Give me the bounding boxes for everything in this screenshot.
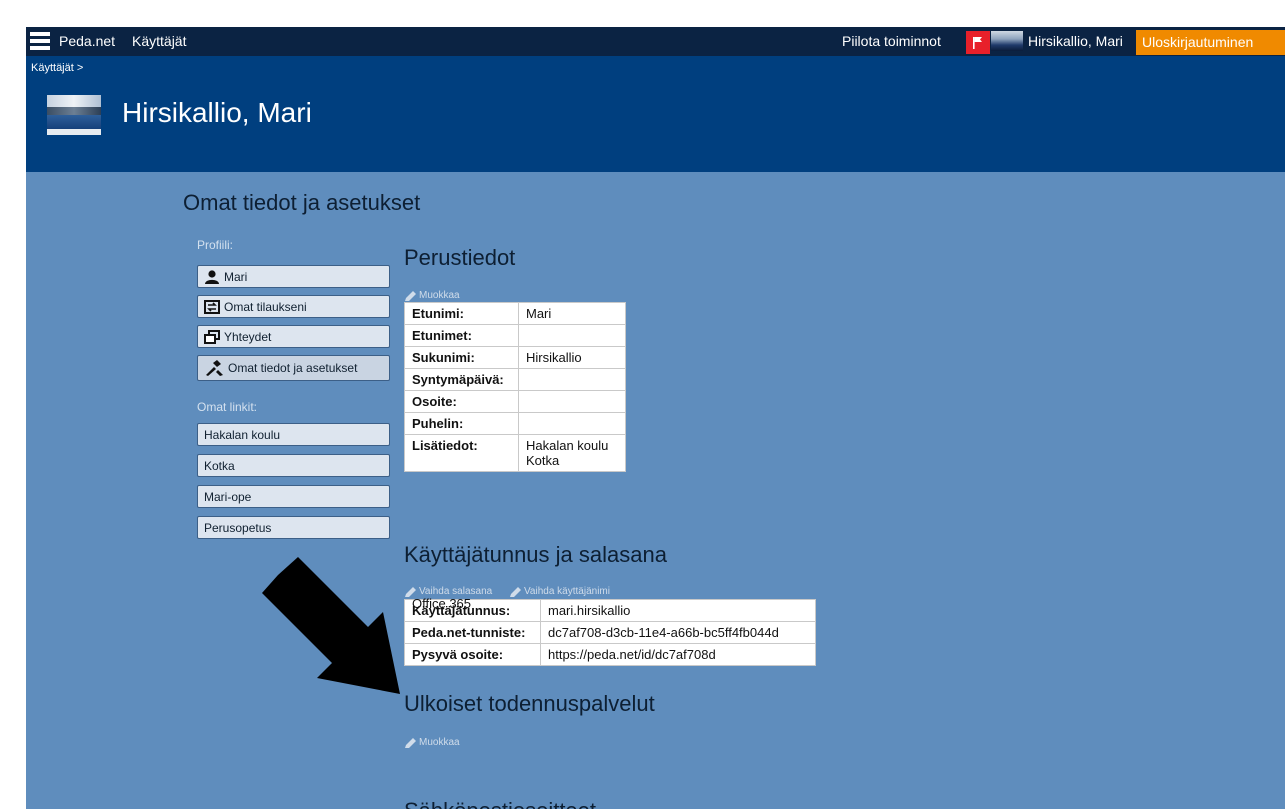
sidebar-item-label: Omat tiedot ja asetukset [228,361,358,375]
flag-button[interactable] [966,31,990,54]
pencil-icon [405,290,416,301]
pencil-icon [405,737,416,748]
user-avatar[interactable] [991,31,1023,51]
field-value [518,324,626,347]
arrow-annotation-icon [262,557,400,694]
emails-heading: Sähköpostiosoitteet [404,798,596,809]
connections-icon [204,329,220,344]
table-row: Puhelin: [404,412,626,435]
field-value: mari.hirsikallio [540,599,816,622]
table-row: Etunimet: [404,324,626,347]
table-row: Peda.net-tunniste: dc7af708-d3cb-11e4-a66… [404,621,816,644]
edit-label: Muokkaa [419,737,460,748]
sidebar-item-label: Mari [224,269,248,284]
field-value [518,412,626,435]
page-title: Hirsikallio, Mari [122,97,312,128]
profile-label: Profiili: [197,238,234,252]
field-value [518,390,626,413]
basic-info-heading: Perustiedot [404,245,516,270]
profile-avatar [47,95,101,135]
app-window: Peda.net Käyttäjät Piilota toiminnot Hir… [26,27,1285,809]
field-label: Peda.net-tunniste: [404,621,541,644]
change-username-link[interactable]: Vaihda käyttäjänimi [510,586,610,597]
field-value [518,368,626,391]
pencil-icon [510,586,521,597]
field-value-line: Hakalan koulu [526,438,609,453]
table-row: Pysyvä osoite: https://peda.net/id/dc7af7… [404,643,816,666]
sidebar-item-label: Yhteydet [224,329,272,344]
field-value: Hakalan koulu Kotka [518,434,626,472]
edit-basic-info-link[interactable]: Muokkaa [405,290,460,301]
subscriptions-icon [204,299,220,314]
field-label: Lisätiedot: [404,434,519,472]
flag-icon [973,37,982,49]
field-value-line: Kotka [526,453,560,468]
links-label: Omat linkit: [197,400,258,414]
table-row: Etunimi: Mari [404,302,626,325]
breadcrumb[interactable]: Käyttäjät > [31,62,83,74]
external-auth-heading: Ulkoiset todennuspalvelut [404,691,655,716]
link-perusopetus[interactable]: Perusopetus [197,516,390,539]
field-label: Puhelin: [404,412,519,435]
link-kotka[interactable]: Kotka [197,454,390,477]
main-content: Omat tiedot ja asetukset Profiili: Mari … [26,172,1285,809]
logout-button[interactable]: Uloskirjautuminen [1136,30,1285,55]
top-bar: Peda.net Käyttäjät Piilota toiminnot Hir… [26,27,1285,56]
field-label: Etunimet: [404,324,519,347]
field-value: https://peda.net/id/dc7af708d [540,643,816,666]
table-row: Lisätiedot: Hakalan koulu Kotka [404,434,626,472]
hamburger-menu-icon[interactable] [30,32,50,50]
field-label: Sukunimi: [404,346,519,369]
field-label: Etunimi: [404,302,519,325]
sidebar-item-connections[interactable]: Yhteydet [197,325,390,348]
site-home-link[interactable]: Peda.net [59,33,115,49]
settings-heading: Omat tiedot ja asetukset [183,190,421,215]
sidebar-item-settings[interactable]: Omat tiedot ja asetukset [197,355,390,381]
link-hakalan-koulu[interactable]: Hakalan koulu [197,423,390,446]
field-value: dc7af708-d3cb-11e4-a66b-bc5ff4fb044d [540,621,816,644]
edit-external-auth-link[interactable]: Muokkaa [405,737,460,748]
sidebar-item-subscriptions[interactable]: Omat tilaukseni [197,295,390,318]
field-label: Pysyvä osoite: [404,643,541,666]
link-mari-ope[interactable]: Mari-ope [197,485,390,508]
table-row: Sukunimi: Hirsikallio [404,346,626,369]
hide-functions-link[interactable]: Piilota toiminnot [842,33,941,49]
field-value: Hirsikallio [518,346,626,369]
table-row: Syntymäpäivä: [404,368,626,391]
sidebar-item-profile[interactable]: Mari [197,265,390,288]
field-label: Syntymäpäivä: [404,368,519,391]
field-label: Osoite: [404,390,519,413]
user-name-link[interactable]: Hirsikallio, Mari [1028,33,1123,49]
basic-info-table: Etunimi: Mari Etunimet: Sukunimi: Hirsikal… [404,302,626,472]
change-username-label: Vaihda käyttäjänimi [524,586,610,597]
external-service-office365: Office 365 [412,596,472,611]
table-row: Osoite: [404,390,626,413]
edit-label: Muokkaa [419,290,460,301]
sidebar-item-label: Omat tilaukseni [224,299,307,314]
settings-icon [206,360,223,376]
field-value: Mari [518,302,626,325]
user-icon [205,269,219,284]
users-link[interactable]: Käyttäjät [132,33,186,49]
account-heading: Käyttäjätunnus ja salasana [404,542,667,567]
